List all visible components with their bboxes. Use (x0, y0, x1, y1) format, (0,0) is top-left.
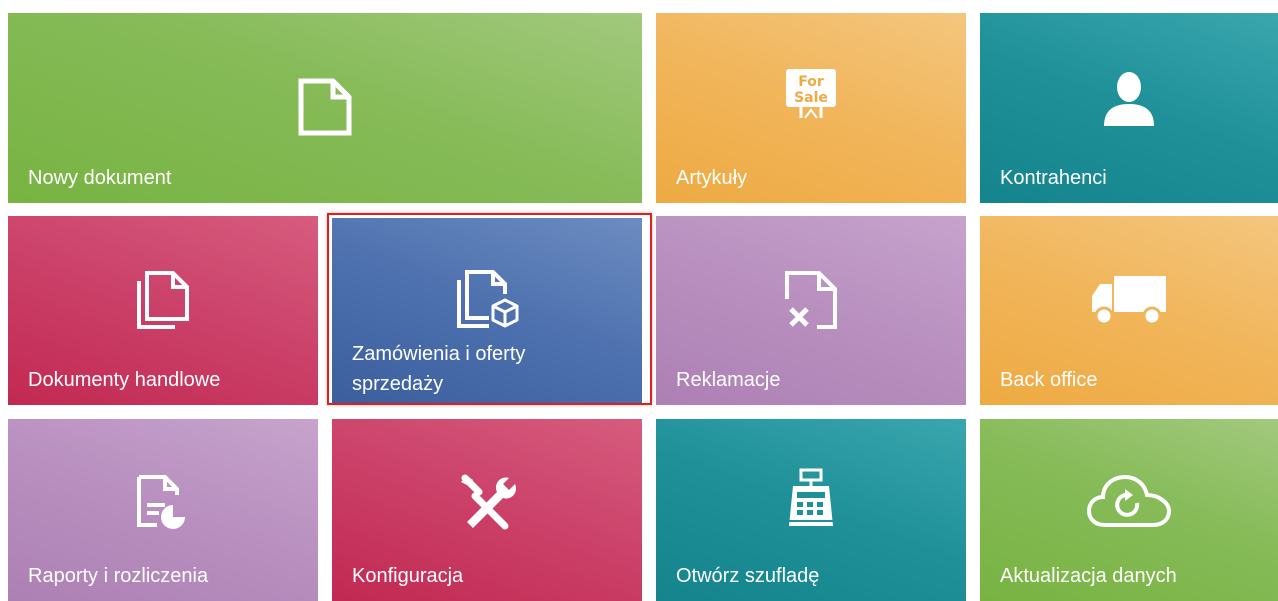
tile-label: Reklamacje (676, 369, 781, 391)
tile-label: Konfiguracja (352, 565, 464, 587)
tile-label: Zamówienia i oferty sprzedaży (352, 339, 630, 399)
tile-otworz-szuflade[interactable]: Otwórz szufladę (656, 419, 966, 601)
tile-label: Kontrahenci (1000, 167, 1107, 189)
tile-artykuly[interactable]: For Sale Artykuły (656, 13, 966, 203)
tile-nowy-dokument[interactable]: Nowy dokument (8, 13, 642, 203)
documents-stack-icon (133, 268, 193, 332)
tile-aktualizacja-danych[interactable]: Aktualizacja danych (980, 419, 1278, 601)
tile-konfiguracja[interactable]: Konfiguracja (332, 419, 642, 601)
truck-icon (1089, 272, 1169, 328)
tile-label: Dokumenty handlowe (28, 369, 221, 391)
tile-zamowienia-i-oferty[interactable]: Zamówienia i oferty sprzedaży (332, 218, 642, 405)
document-reject-icon (781, 268, 841, 332)
tile-reklamacje[interactable]: Reklamacje (656, 216, 966, 405)
report-icon (133, 471, 193, 531)
tile-kontrahenci[interactable]: Kontrahenci (980, 13, 1278, 203)
tile-back-office[interactable]: Back office (980, 216, 1278, 405)
tile-label: Raporty i rozliczenia (28, 565, 209, 587)
cloud-refresh-icon (1087, 473, 1171, 529)
new-document-icon (295, 77, 355, 137)
person-icon (1099, 69, 1159, 129)
tile-label: Aktualizacja danych (1000, 565, 1177, 587)
for-sale-sign-icon: For Sale (781, 65, 841, 135)
tile-label: Otwórz szufladę (676, 565, 820, 587)
tile-label: Nowy dokument (28, 167, 172, 189)
sign-text-for: For (798, 74, 824, 90)
tile-label: Artykuły (676, 167, 748, 189)
tile-label-line1: Zamówienia i oferty (352, 343, 526, 365)
tools-icon (455, 471, 519, 531)
cash-register-icon (783, 467, 839, 531)
tile-label-line2: sprzedaży (352, 373, 444, 395)
tile-dokumenty-handlowe[interactable]: Dokumenty handlowe (8, 216, 318, 405)
tile-raporty-i-rozliczenia[interactable]: Raporty i rozliczenia (8, 419, 318, 601)
tile-label: Back office (1000, 369, 1098, 391)
documents-package-icon (455, 268, 519, 332)
sign-text-sale: Sale (794, 90, 828, 106)
